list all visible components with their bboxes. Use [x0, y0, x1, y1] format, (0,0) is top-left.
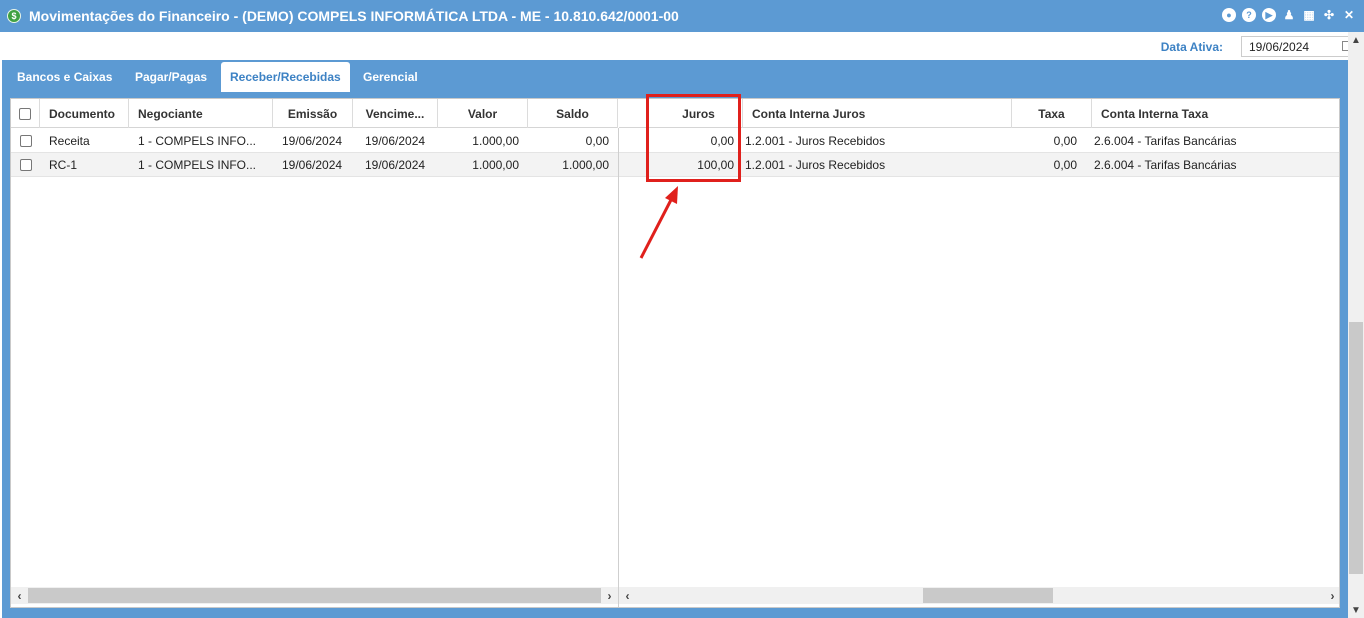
col-negociante[interactable]: Negociante: [129, 99, 273, 128]
cell-conta-interna-taxa: 2.6.004 - Tarifas Bancárias: [1094, 158, 1237, 172]
active-date-label: Data Ativa:: [1160, 40, 1223, 54]
row-select-cell: [11, 153, 40, 177]
record-icon[interactable]: ●: [1222, 8, 1236, 22]
row-select-cell: [11, 129, 40, 153]
tab-gerencial[interactable]: Gerencial: [354, 62, 427, 92]
cell-vencimento: 19/06/2024: [365, 134, 426, 148]
col-valor[interactable]: Valor: [438, 99, 528, 128]
col-conta-interna-taxa[interactable]: Conta Interna Taxa: [1092, 99, 1339, 128]
cell-documento: Receita: [49, 134, 90, 148]
right-scroll-thumb[interactable]: [923, 588, 1053, 603]
pane-splitter[interactable]: [618, 128, 619, 607]
col-saldo[interactable]: Saldo: [528, 99, 618, 128]
collapse-icon[interactable]: ✣: [1322, 8, 1336, 22]
cell-conta-interna-taxa: 2.6.004 - Tarifas Bancárias: [1094, 134, 1237, 148]
left-scroll-thumb[interactable]: [28, 588, 601, 603]
grid-header-left: Documento Negociante Emissão Vencime... …: [11, 99, 618, 128]
window-title: Movimentações do Financeiro - (DEMO) COM…: [29, 8, 679, 24]
play-icon[interactable]: ▶: [1262, 8, 1276, 22]
tab-receber-recebidas[interactable]: Receber/Recebidas: [221, 62, 350, 92]
scroll-up-icon[interactable]: ▲: [1348, 32, 1364, 48]
bell-icon[interactable]: ♟: [1282, 8, 1296, 22]
cell-vencimento: 19/06/2024: [365, 158, 426, 172]
cell-negociante: 1 - COMPELS INFO...: [138, 158, 257, 172]
annotation-arrow-icon: [639, 186, 678, 259]
row-checkbox[interactable]: [19, 159, 32, 171]
close-icon[interactable]: ✕: [1342, 8, 1356, 22]
col-vencimento[interactable]: Vencime...: [353, 99, 438, 128]
help-icon[interactable]: ?: [1242, 8, 1256, 22]
date-bar: Data Ativa:: [0, 32, 1353, 60]
cell-conta-interna-juros: 1.2.001 - Juros Recebidos: [745, 134, 886, 148]
cell-saldo: 1.000,00: [562, 158, 609, 172]
cell-valor: 1.000,00: [472, 158, 519, 172]
select-all-cell: [11, 99, 40, 128]
left-horizontal-scrollbar[interactable]: ‹ ›: [11, 587, 618, 604]
cell-negociante: 1 - COMPELS INFO...: [138, 134, 257, 148]
cell-taxa: 0,00: [1053, 134, 1077, 148]
select-all-checkbox[interactable]: [19, 107, 31, 120]
window-titlebar: $ Movimentações do Financeiro - (DEMO) C…: [0, 0, 1364, 32]
tab-pagar-pagas[interactable]: Pagar/Pagas: [126, 62, 216, 92]
col-documento[interactable]: Documento: [40, 99, 129, 128]
scroll-down-icon[interactable]: ▼: [1348, 602, 1364, 618]
col-conta-interna-juros[interactable]: Conta Interna Juros: [743, 99, 1012, 128]
scroll-left-icon[interactable]: ‹: [11, 587, 28, 604]
cell-taxa: 0,00: [1053, 158, 1077, 172]
scroll-right-icon[interactable]: ›: [601, 587, 618, 604]
cell-conta-interna-juros: 1.2.001 - Juros Recebidos: [745, 158, 886, 172]
cell-valor: 1.000,00: [472, 134, 519, 148]
col-taxa[interactable]: Taxa: [1012, 99, 1092, 128]
active-date-input[interactable]: [1241, 36, 1353, 57]
col-emissao[interactable]: Emissão: [273, 99, 353, 128]
cell-documento: RC-1: [49, 158, 78, 172]
window-vertical-scrollbar[interactable]: ▲ ▼: [1348, 32, 1364, 618]
scroll-left-icon[interactable]: ‹: [619, 587, 636, 604]
cell-emissao: 19/06/2024: [282, 158, 343, 172]
window-controls: ● ? ▶ ♟ ▦ ✣ ✕: [1222, 8, 1356, 22]
calendar-icon[interactable]: ▦: [1302, 8, 1316, 22]
cell-emissao: 19/06/2024: [282, 134, 343, 148]
vertical-scroll-thumb[interactable]: [1349, 322, 1363, 574]
dollar-icon: $: [7, 9, 21, 23]
scroll-right-icon[interactable]: ›: [1324, 587, 1339, 604]
tab-bancos-e-caixas[interactable]: Bancos e Caixas: [8, 62, 121, 92]
row-checkbox[interactable]: [19, 135, 32, 147]
tab-bar: Bancos e Caixas Pagar/Pagas Receber/Rece…: [2, 60, 1348, 92]
annotation-highlight-box: [646, 94, 741, 182]
cell-saldo: 0,00: [585, 134, 609, 148]
right-horizontal-scrollbar[interactable]: ‹ ›: [619, 587, 1339, 604]
